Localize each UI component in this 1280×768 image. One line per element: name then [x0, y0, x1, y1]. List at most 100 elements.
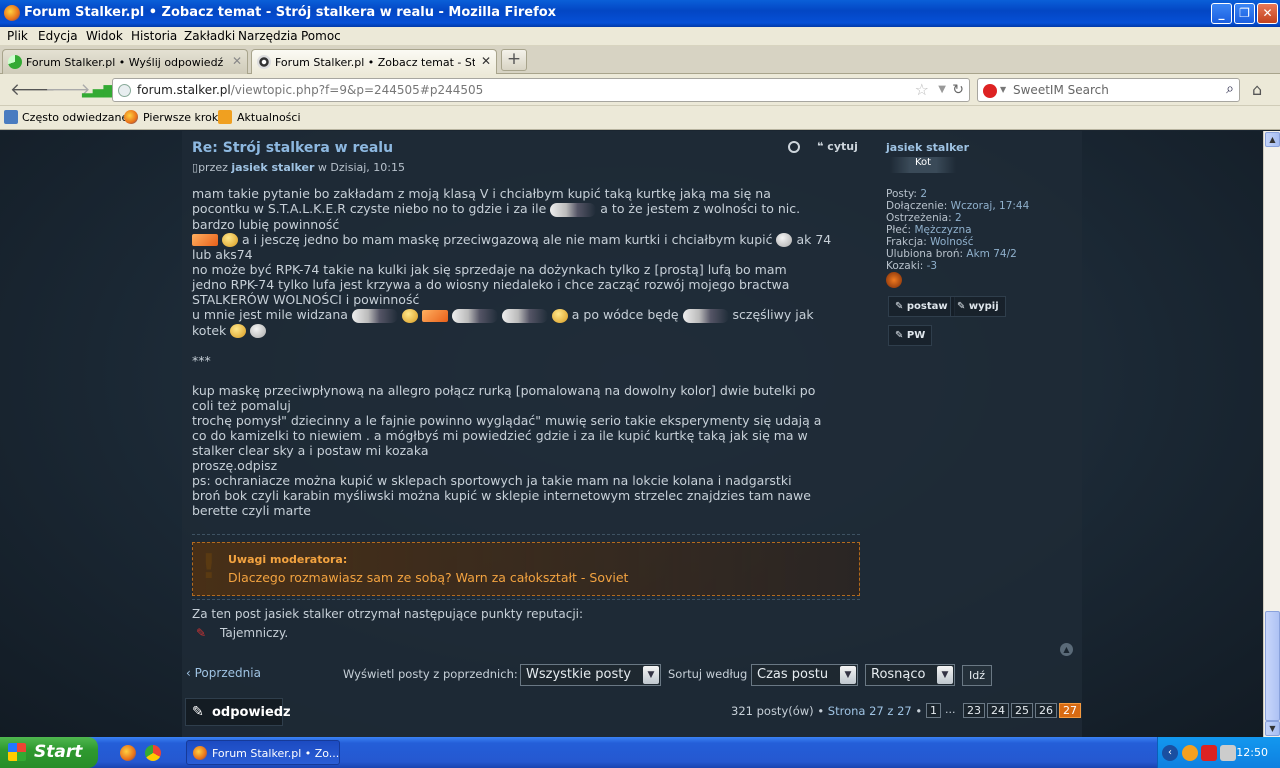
tray-app-icon[interactable]	[1182, 745, 1198, 761]
firefox-icon	[4, 5, 20, 21]
sort-label: Sortuj według	[668, 667, 748, 681]
firefox-quicklaunch-icon[interactable]	[120, 745, 136, 761]
post-author[interactable]: jasiek stalker	[231, 161, 314, 174]
reload-icon[interactable]: ↻	[952, 82, 964, 98]
profile-name[interactable]: jasiek stalker	[886, 141, 969, 154]
reputation-user[interactable]: Tajemniczy.	[220, 626, 288, 640]
post-line: a i jesczę jedno bo mam maskę przeciwgaz…	[192, 232, 862, 247]
scroll-down-icon[interactable]: ▼	[1265, 721, 1280, 736]
bookmark-aktualnosci[interactable]: Aktualności	[237, 111, 301, 124]
wypij-button[interactable]: ✎ wypij	[950, 296, 1006, 317]
current-page: 27	[1059, 703, 1081, 718]
previous-topic-link[interactable]: ‹ Poprzednia	[186, 666, 261, 680]
vertical-scrollbar[interactable]: ▲ ▼	[1263, 131, 1280, 737]
menu-widok[interactable]: Widok	[86, 29, 123, 43]
close-tab-icon[interactable]: ✕	[481, 54, 491, 68]
tray-app-icon[interactable]	[1220, 745, 1236, 761]
warning-icon: !	[201, 547, 217, 587]
moderator-text: Dlaczego rozmawiasz sam ze sobą? Warn za…	[228, 570, 629, 585]
quote-button[interactable]: ❝ cytuj	[817, 140, 858, 153]
start-button[interactable]: Start	[0, 737, 98, 768]
scroll-thumb[interactable]	[1265, 611, 1280, 721]
back-to-top-icon[interactable]: ▲	[1060, 643, 1073, 656]
post-line: broń bok czyli karabin myśliwski można k…	[192, 488, 811, 503]
url-bar[interactable]: forum.stalker.pl/viewtopic.php?f=9&p=244…	[112, 78, 970, 102]
go-button[interactable]: Idź	[962, 665, 992, 686]
tray-app-icon[interactable]	[1201, 745, 1217, 761]
profile-warnings: Ostrzeżenia: 2	[886, 212, 962, 224]
maximize-button[interactable]: ❐	[1234, 3, 1255, 24]
post-separator: ***	[192, 353, 211, 368]
menu-pomoc[interactable]: Pomoc	[301, 29, 341, 43]
clock: 12:50	[1236, 746, 1268, 759]
url-dropdown-icon[interactable]: ▼	[938, 84, 946, 95]
page-link[interactable]: 25	[1011, 703, 1033, 718]
post-body: mam takie pytanie bo zakładam z moją kla…	[192, 186, 862, 518]
windows-logo-icon	[8, 743, 26, 761]
close-button[interactable]: ✕	[1257, 3, 1278, 24]
divider	[192, 599, 860, 600]
bookmark-star-icon[interactable]: ☆	[915, 80, 929, 99]
close-tab-icon[interactable]: ✕	[232, 54, 242, 68]
url-text[interactable]: forum.stalker.pl/viewtopic.php?f=9&p=244…	[137, 83, 483, 97]
post-meta: ▯przez jasiek stalker w Dzisiaj, 10:15	[192, 161, 405, 174]
post-line: pocontku w S.T.A.L.K.E.R czyste niebo no…	[192, 201, 801, 217]
profile-joined: Dołączenie: Wczoraj, 17:44	[886, 200, 1030, 212]
pencil-icon: ✎	[192, 704, 204, 720]
order-select[interactable]: Rosnąco ▼	[865, 664, 955, 686]
window-titlebar: Forum Stalker.pl • Zobacz temat - Strój …	[0, 0, 1280, 27]
pagination-info: 321 posty(ów) • Strona 27 z 27 •	[731, 704, 923, 718]
smiley-icon	[550, 202, 597, 217]
post-title[interactable]: Re: Strój stalkera w realu	[192, 140, 393, 156]
postaw-button[interactable]: ✎ postaw	[888, 296, 955, 317]
sort-select[interactable]: Czas postu ▼	[751, 664, 858, 686]
display-select[interactable]: Wszystkie posty ▼	[520, 664, 661, 686]
scroll-up-icon[interactable]: ▲	[1265, 132, 1280, 147]
tab-topic[interactable]: Forum Stalker.pl • Zobacz temat - Strój …	[251, 49, 497, 75]
window-title: Forum Stalker.pl • Zobacz temat - Strój …	[24, 5, 557, 20]
loading-icon	[8, 55, 22, 69]
home-icon[interactable]: ⌂	[1252, 80, 1262, 99]
page-link[interactable]: 26	[1035, 703, 1057, 718]
tray-expand-icon[interactable]: ‹	[1162, 745, 1178, 761]
reputation-icon: ✎	[196, 626, 207, 640]
page-link[interactable]: 1	[926, 703, 941, 718]
pagination-ellipsis: ...	[945, 703, 956, 716]
menu-edycja[interactable]: Edycja	[38, 29, 78, 43]
menu-narzedzia[interactable]: Narzędzia	[238, 29, 298, 43]
engine-dropdown-icon[interactable]: ▼	[1000, 85, 1006, 94]
post-line: mam takie pytanie bo zakładam z moją kla…	[192, 186, 771, 201]
firefox-icon	[193, 746, 207, 760]
page-link[interactable]: 24	[987, 703, 1009, 718]
tab-reply[interactable]: Forum Stalker.pl • Wyślij odpowiedź ✕	[2, 49, 248, 74]
smiley-icon	[351, 308, 398, 323]
smiley-icon	[221, 233, 238, 247]
report-icon[interactable]	[788, 141, 800, 153]
chevron-down-icon: ▼	[840, 666, 856, 684]
reply-button[interactable]: ✎ odpowiedz	[185, 698, 291, 726]
search-icon[interactable]: ⌕	[1226, 81, 1234, 97]
post-line: no może być RPK-74 takie na kulki jak si…	[192, 262, 787, 277]
smiley-icon	[551, 308, 568, 323]
firefox-bookmark-icon	[124, 110, 138, 124]
search-input[interactable]: SweetIM Search	[1013, 83, 1109, 97]
globe-icon	[118, 84, 131, 97]
search-engine-icon[interactable]	[983, 84, 997, 98]
profile-kozaki: Kozaki: -3	[886, 260, 938, 272]
page-link[interactable]: 23	[963, 703, 985, 718]
smiley-icon	[421, 309, 448, 322]
search-bar[interactable]: ▼ SweetIM Search ⌕	[977, 78, 1240, 102]
new-tab-button[interactable]: +	[501, 49, 527, 71]
taskbar-firefox-window[interactable]: Forum Stalker.pl • Zo...	[186, 740, 340, 765]
chrome-quicklaunch-icon[interactable]	[145, 745, 161, 761]
post-line: u mnie jest mile widzana a po wódce będę…	[192, 307, 814, 323]
minimize-button[interactable]: _	[1211, 3, 1232, 24]
menu-zakladki[interactable]: Zakładki	[184, 29, 235, 43]
menu-plik[interactable]: Plik	[7, 29, 28, 43]
menu-historia[interactable]: Historia	[131, 29, 177, 43]
smiley-icon	[776, 233, 793, 247]
display-label: Wyświetl posty z poprzednich:	[343, 667, 518, 681]
pm-button[interactable]: ✎ PW	[888, 325, 933, 346]
bookmark-czesto[interactable]: Często odwiedzane	[22, 111, 128, 124]
bookmark-pierwsze[interactable]: Pierwsze kroki	[143, 111, 221, 124]
